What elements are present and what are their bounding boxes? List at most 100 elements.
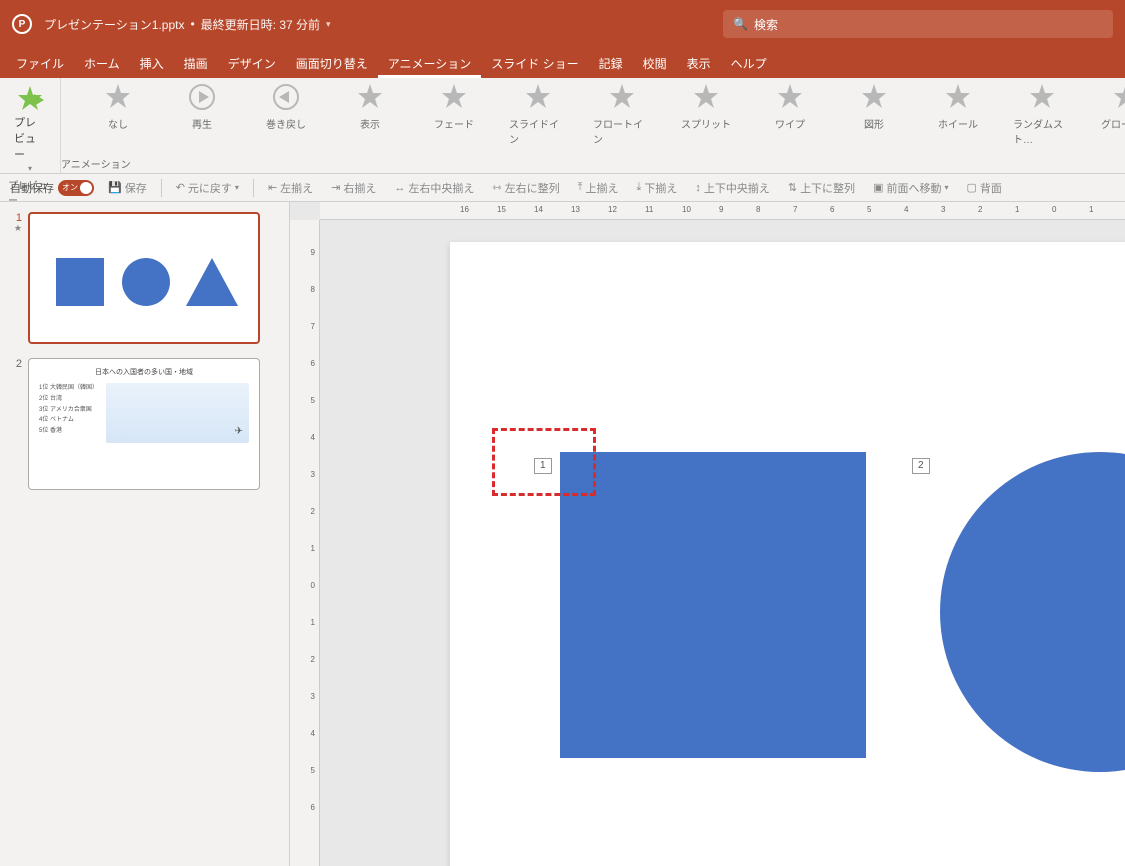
- ribbon-group-preview: プレビュー ▾ プレビュー: [0, 78, 61, 173]
- align-bottom-icon: ⤓: [636, 181, 641, 194]
- ruler-tick: 1: [1015, 205, 1019, 214]
- shape-circle[interactable]: [940, 452, 1125, 772]
- ruler-tick: 1: [311, 618, 315, 627]
- align-right-button[interactable]: ⇥右揃え: [327, 178, 380, 198]
- search-input[interactable]: 🔍 検索: [723, 10, 1113, 38]
- tab-animations[interactable]: アニメーション: [378, 49, 482, 78]
- slide-thumb-2[interactable]: 2 日本への入国者の多い国・地域 1位 大韓民国（韓国） 2位 台湾 3位 アメ…: [8, 358, 281, 490]
- ruler-tick: 3: [311, 692, 315, 701]
- effect-slidein[interactable]: スライドイン: [509, 82, 567, 154]
- tab-insert[interactable]: 挿入: [130, 49, 174, 78]
- slide-editor[interactable]: 1615141312111098765432101 98765432101234…: [290, 202, 1125, 866]
- align-right-icon: ⇥: [331, 181, 340, 194]
- ruler-tick: 4: [311, 729, 315, 738]
- ruler-tick: 5: [311, 396, 315, 405]
- thumb-footer: [29, 449, 259, 453]
- effect-random[interactable]: ランダムスト…: [1013, 82, 1071, 154]
- align-top-button[interactable]: ⤒上揃え: [574, 178, 623, 198]
- preview-button[interactable]: プレビュー ▾: [8, 82, 52, 175]
- autosave-label: 自動保存: [10, 180, 54, 196]
- ruler-tick: 12: [608, 205, 617, 214]
- slide-canvas[interactable]: 1 2: [450, 242, 1125, 866]
- undo-button[interactable]: ↶元に戻す▾: [172, 178, 243, 198]
- highlight-annotation: [492, 428, 596, 496]
- align-center-h-button[interactable]: ↔左右中央揃え: [390, 178, 478, 198]
- bring-forward-button[interactable]: ▣前面へ移動▾: [869, 178, 952, 198]
- ruler-tick: 2: [311, 655, 315, 664]
- title-text[interactable]: プレゼンテーション1.pptx • 最終更新日時: 37 分前 ▾: [44, 16, 331, 33]
- ruler-tick: 7: [311, 322, 315, 331]
- search-placeholder: 検索: [754, 16, 778, 33]
- undo-icon: ↶: [176, 181, 185, 194]
- bring-forward-icon: ▣: [873, 181, 883, 194]
- ruler-tick: 2: [978, 205, 982, 214]
- ruler-horizontal: 1615141312111098765432101: [320, 202, 1125, 220]
- align-middle-v-button[interactable]: ↕上下中央揃え: [691, 178, 774, 198]
- tab-draw[interactable]: 描画: [174, 49, 218, 78]
- effect-appear[interactable]: 表示: [341, 82, 399, 154]
- thumb-triangle: [186, 258, 238, 306]
- ruler-tick: 8: [756, 205, 760, 214]
- tab-file[interactable]: ファイル: [6, 49, 74, 78]
- effect-grow[interactable]: グローとタ: [1097, 82, 1125, 154]
- main-area: 1 ★ 2 日本への入国者の多い国・地域 1位 大韓民国（韓国） 2位 台湾 3…: [0, 202, 1125, 866]
- distribute-v-button[interactable]: ⇅上下に整列: [784, 178, 859, 198]
- effect-split[interactable]: スプリット: [677, 82, 735, 154]
- effect-fade[interactable]: フェード: [425, 82, 483, 154]
- tab-view[interactable]: 表示: [677, 49, 721, 78]
- align-top-icon: ⤒: [578, 181, 583, 194]
- ruler-tick: 9: [719, 205, 723, 214]
- tab-slideshow[interactable]: スライド ショー: [481, 49, 588, 78]
- tab-review[interactable]: 校閲: [633, 49, 677, 78]
- ruler-tick: 4: [311, 433, 315, 442]
- effect-floatin[interactable]: フロートイン: [593, 82, 651, 154]
- tab-home[interactable]: ホーム: [74, 49, 130, 78]
- autosave-toggle[interactable]: 自動保存 オン: [10, 180, 94, 196]
- align-middle-v-icon: ↕: [695, 182, 701, 194]
- tab-help[interactable]: ヘルプ: [721, 49, 777, 78]
- effect-wheel[interactable]: ホイール: [929, 82, 987, 154]
- chevron-down-icon[interactable]: ▾: [944, 183, 948, 192]
- slide-thumbnail[interactable]: 日本への入国者の多い国・地域 1位 大韓民国（韓国） 2位 台湾 3位 アメリカ…: [28, 358, 260, 490]
- search-icon: 🔍: [733, 17, 748, 31]
- distribute-h-button[interactable]: ⇿左右に整列: [488, 178, 563, 198]
- effect-shape[interactable]: 図形: [845, 82, 903, 154]
- ruler-tick: 15: [497, 205, 506, 214]
- chevron-down-icon[interactable]: ▾: [235, 183, 239, 192]
- thumb-body: 1位 大韓民国（韓国） 2位 台湾 3位 アメリカ合衆国 4位 ベトナム 5位 …: [29, 377, 259, 449]
- ruler-tick: 10: [682, 205, 691, 214]
- align-bottom-button[interactable]: ⤓下揃え: [632, 178, 681, 198]
- slide-thumbnail[interactable]: [28, 212, 260, 344]
- effect-none[interactable]: なし: [89, 82, 147, 154]
- effect-wipe[interactable]: ワイプ: [761, 82, 819, 154]
- toggle-switch[interactable]: オン: [58, 180, 94, 196]
- save-button[interactable]: 💾保存: [104, 178, 151, 198]
- slide-panel[interactable]: 1 ★ 2 日本への入国者の多い国・地域 1位 大韓民国（韓国） 2位 台湾 3…: [0, 202, 290, 866]
- tab-design[interactable]: デザイン: [218, 49, 286, 78]
- ruler-tick: 7: [793, 205, 797, 214]
- tab-record[interactable]: 記録: [589, 49, 633, 78]
- preview-label: プレビュー: [14, 114, 46, 162]
- send-backward-button[interactable]: ▢背面: [962, 178, 1005, 198]
- ruler-tick: 3: [941, 205, 945, 214]
- animation-indicator-icon: ★: [8, 224, 22, 233]
- title-separator: •: [190, 17, 194, 31]
- ruler-tick: 4: [904, 205, 908, 214]
- align-center-h-icon: ↔: [394, 182, 405, 194]
- separator: [161, 179, 162, 197]
- effect-rewind[interactable]: 巻き戻し: [257, 82, 315, 154]
- tab-transitions[interactable]: 画面切り替え: [286, 49, 378, 78]
- ruler-tick: 5: [867, 205, 871, 214]
- align-left-button[interactable]: ⇤左揃え: [264, 178, 317, 198]
- airplane-icon: ✈: [235, 426, 243, 437]
- ribbon-group-label-animations: アニメーション: [61, 154, 1125, 173]
- animation-order-tag-2[interactable]: 2: [912, 458, 930, 474]
- ruler-tick: 6: [830, 205, 834, 214]
- distribute-v-icon: ⇅: [788, 181, 797, 194]
- shape-rectangle[interactable]: [560, 452, 866, 758]
- title-bar: P プレゼンテーション1.pptx • 最終更新日時: 37 分前 ▾ 🔍 検索: [0, 0, 1125, 48]
- chevron-down-icon[interactable]: ▾: [326, 19, 331, 30]
- chevron-down-icon[interactable]: ▾: [28, 164, 32, 173]
- effect-play[interactable]: 再生: [173, 82, 231, 154]
- slide-thumb-1[interactable]: 1 ★: [8, 212, 281, 344]
